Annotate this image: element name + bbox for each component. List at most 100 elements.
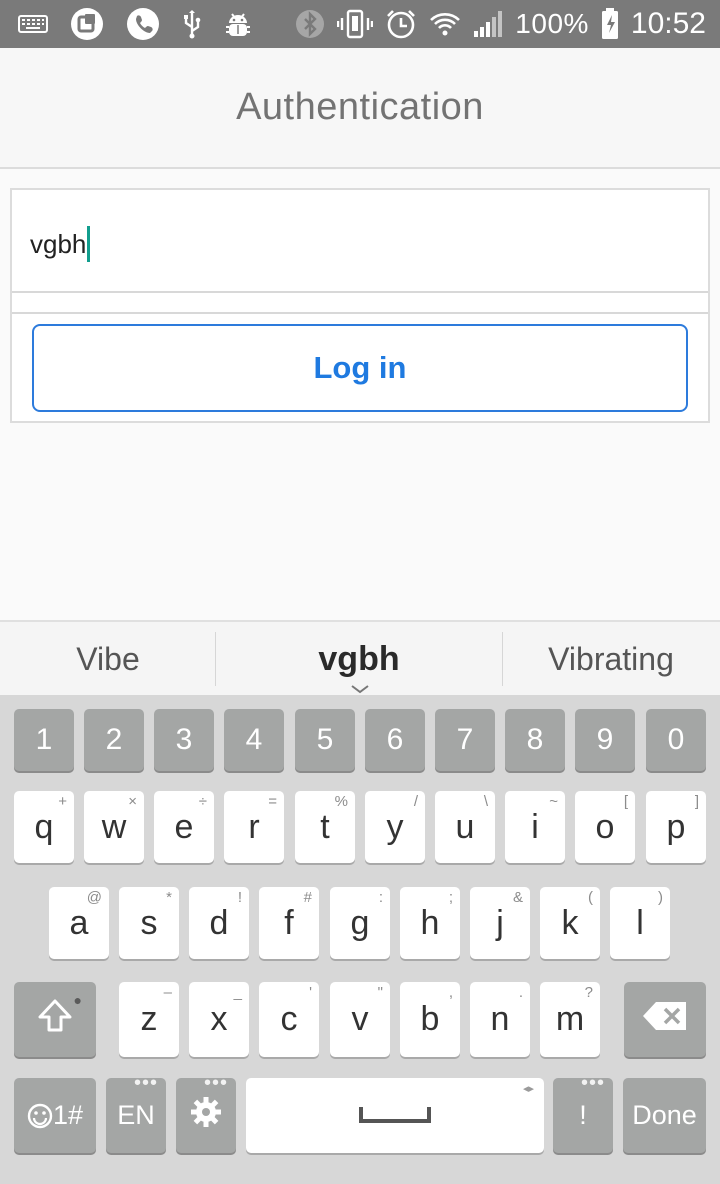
key-6[interactable]: 6 bbox=[365, 709, 425, 771]
suggestion-3[interactable]: Vibrating bbox=[502, 622, 720, 697]
language-key[interactable]: EN ••• bbox=[106, 1073, 166, 1153]
status-bar: 100% 10:52 bbox=[0, 0, 720, 48]
gear-icon bbox=[189, 1095, 223, 1136]
key-a-hint: @ bbox=[86, 889, 102, 906]
key-t-hint: % bbox=[334, 793, 348, 810]
key-w[interactable]: w × bbox=[84, 791, 144, 863]
key-f-label: f bbox=[284, 903, 294, 942]
key-k[interactable]: k( bbox=[540, 887, 600, 959]
key-2[interactable]: 2 bbox=[84, 709, 144, 771]
key-e[interactable]: e ÷ bbox=[154, 791, 214, 863]
key-r[interactable]: r = bbox=[224, 791, 284, 863]
key-5[interactable]: 5 bbox=[295, 709, 355, 771]
key-g-hint: : bbox=[378, 889, 383, 906]
smiley-icon bbox=[27, 1103, 53, 1129]
username-field-value: vgbh bbox=[30, 228, 87, 259]
language-key-label: EN bbox=[117, 1100, 155, 1130]
done-key-label: Done bbox=[632, 1100, 697, 1130]
key-i[interactable]: i ~ bbox=[505, 791, 565, 863]
key-s[interactable]: s * bbox=[119, 887, 179, 959]
key-1[interactable]: 1 bbox=[14, 709, 74, 771]
key-z[interactable]: z – bbox=[119, 982, 179, 1057]
space-key[interactable]: ◂▸ bbox=[246, 1078, 544, 1153]
key-d-label: d bbox=[209, 903, 229, 942]
key-t[interactable]: t% bbox=[295, 791, 355, 863]
battery-percent: 100% bbox=[515, 8, 589, 39]
key-h[interactable]: h; bbox=[400, 887, 460, 959]
wifi-icon bbox=[429, 11, 461, 37]
exclamation-key-label: ! bbox=[579, 1100, 587, 1130]
key-q-hint: + bbox=[58, 793, 67, 810]
key-c-label: c bbox=[280, 1000, 298, 1038]
key-n-label: n bbox=[490, 1000, 510, 1038]
username-field[interactable]: vgbh bbox=[12, 190, 708, 293]
key-4[interactable]: 4 bbox=[224, 709, 284, 771]
exclamation-key[interactable]: ! ••• bbox=[553, 1073, 613, 1153]
key-p[interactable]: p] bbox=[646, 791, 706, 863]
vibrate-icon bbox=[337, 9, 374, 39]
usb-icon bbox=[182, 9, 202, 39]
key-3[interactable]: 3 bbox=[154, 709, 214, 771]
key-q[interactable]: q + bbox=[14, 791, 74, 863]
key-v[interactable]: v " bbox=[330, 982, 390, 1057]
key-a-label: a bbox=[69, 903, 89, 942]
key-b[interactable]: b, bbox=[400, 982, 460, 1057]
key-y[interactable]: y / bbox=[365, 791, 425, 863]
more-options-icon: ••• bbox=[203, 1072, 228, 1094]
symbols-key[interactable]: 1# bbox=[14, 1078, 96, 1153]
key-p-label: p bbox=[666, 807, 686, 846]
key-i-hint: ~ bbox=[549, 793, 558, 810]
key-s-label: s bbox=[140, 903, 158, 942]
key-g[interactable]: g: bbox=[330, 887, 390, 959]
done-key[interactable]: Done bbox=[623, 1078, 706, 1153]
key-z-label: z bbox=[140, 1000, 158, 1038]
key-u[interactable]: u \ bbox=[435, 791, 495, 863]
key-l[interactable]: l) bbox=[610, 887, 670, 959]
key-c[interactable]: c ' bbox=[259, 982, 319, 1057]
key-n[interactable]: n. bbox=[470, 982, 530, 1057]
key-r-hint: = bbox=[268, 793, 277, 810]
key-l-label: l bbox=[636, 903, 644, 942]
backspace-key[interactable] bbox=[624, 982, 706, 1057]
key-m-hint: ? bbox=[584, 984, 593, 1001]
key-w-label: w bbox=[101, 807, 127, 846]
key-a[interactable]: a @ bbox=[49, 887, 109, 959]
key-o[interactable]: o[ bbox=[575, 791, 635, 863]
settings-key[interactable]: ••• bbox=[176, 1072, 236, 1153]
key-0[interactable]: 0 bbox=[646, 709, 706, 771]
key-j[interactable]: j & bbox=[470, 887, 530, 959]
key-8[interactable]: 8 bbox=[505, 709, 565, 771]
key-j-label: j bbox=[496, 903, 504, 942]
key-9[interactable]: 9 bbox=[575, 709, 635, 771]
cursor-move-icon: ◂▸ bbox=[522, 1083, 534, 1095]
keyboard: 1 2 3 4 5 6 7 8 9 0 q + w × e ÷ r = t% y / u \… bbox=[0, 695, 720, 1184]
key-m[interactable]: m? bbox=[540, 982, 600, 1057]
key-v-label: v bbox=[351, 1000, 369, 1038]
key-h-label: h bbox=[420, 903, 440, 942]
key-e-hint: ÷ bbox=[198, 793, 207, 810]
shift-icon bbox=[35, 996, 75, 1043]
key-h-hint: ; bbox=[448, 889, 453, 906]
key-d[interactable]: d! bbox=[189, 887, 249, 959]
key-u-hint: \ bbox=[483, 793, 488, 810]
key-f[interactable]: f # bbox=[259, 887, 319, 959]
shift-indicator-icon: ● bbox=[73, 992, 82, 1008]
key-l-hint: ) bbox=[658, 889, 663, 906]
key-k-hint: ( bbox=[588, 889, 593, 906]
bluetooth-icon bbox=[295, 9, 325, 39]
shift-key[interactable]: ● bbox=[14, 982, 96, 1057]
key-t-label: t bbox=[320, 807, 330, 846]
clock: 10:52 bbox=[630, 7, 706, 40]
key-7[interactable]: 7 bbox=[435, 709, 495, 771]
login-button[interactable]: Log in bbox=[32, 324, 688, 412]
key-s-hint: * bbox=[166, 889, 172, 906]
key-x[interactable]: x _ bbox=[189, 982, 249, 1057]
key-v-hint: " bbox=[377, 984, 383, 1001]
key-k-label: k bbox=[561, 903, 579, 942]
login-button-label: Log in bbox=[313, 350, 407, 385]
key-r-label: r bbox=[248, 807, 260, 846]
suggestion-1[interactable]: Vibe bbox=[0, 622, 216, 697]
key-u-label: u bbox=[455, 807, 475, 846]
key-y-hint: / bbox=[413, 793, 418, 810]
space-icon bbox=[358, 1096, 432, 1135]
